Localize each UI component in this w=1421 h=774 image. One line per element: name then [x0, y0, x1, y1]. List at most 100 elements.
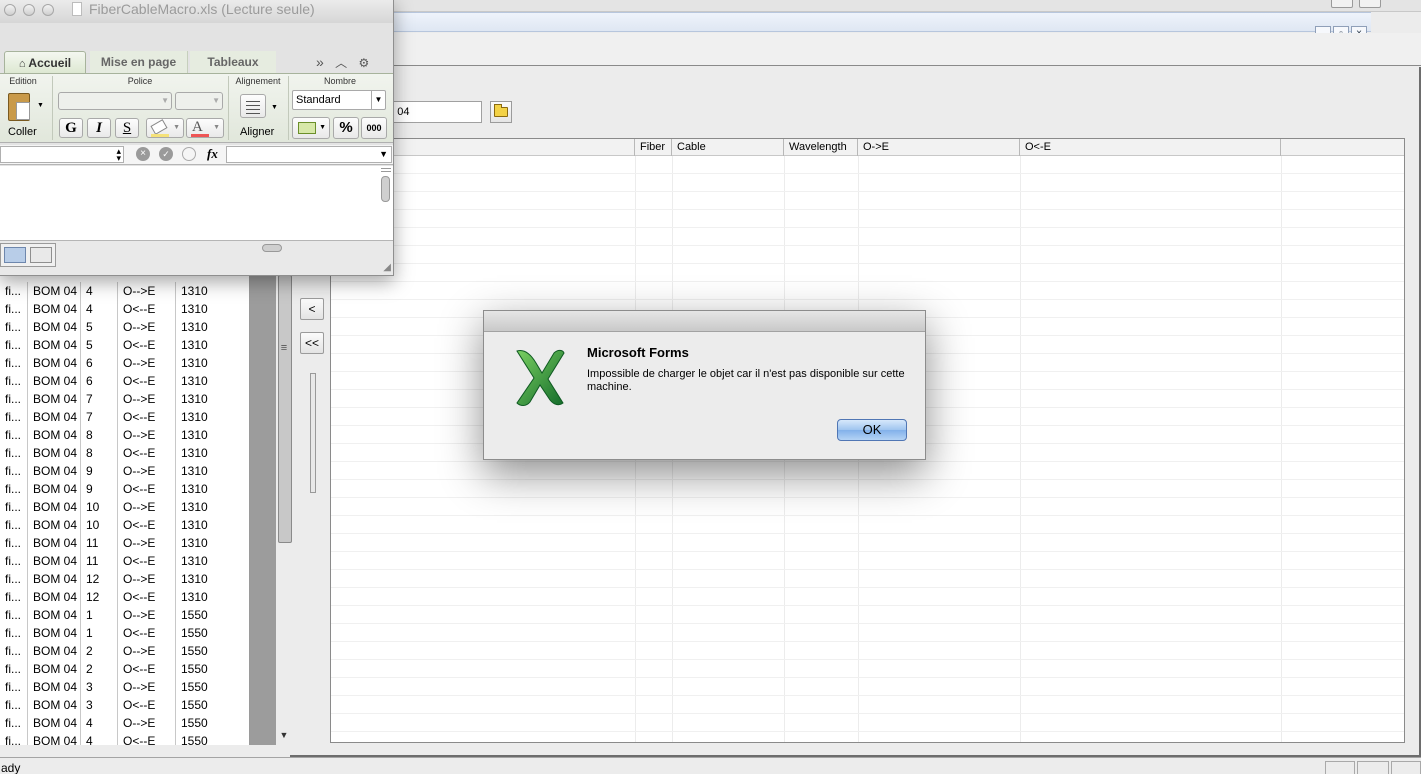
list-item[interactable]: fi... BOM 04 8 O<--E 1310	[0, 444, 249, 462]
list-item[interactable]: fi... BOM 04 2 O-->E 1550	[0, 642, 249, 660]
normal-view-icon[interactable]	[4, 247, 26, 263]
table-row[interactable]	[331, 534, 1404, 552]
list-item[interactable]: fi... BOM 04 6 O-->E 1310	[0, 354, 249, 372]
tab-accueil[interactable]: ⌂ Accueil	[4, 51, 86, 73]
list-item[interactable]: fi... BOM 04 10 O<--E 1310	[0, 516, 249, 534]
worksheet-area[interactable]	[0, 166, 393, 240]
page-layout-view-icon[interactable]	[30, 247, 52, 263]
tab-mise-en-page[interactable]: Mise en page	[90, 51, 188, 73]
list-item[interactable]: fi... BOM 04 9 O-->E 1310	[0, 462, 249, 480]
currency-format-button[interactable]: ▼	[292, 117, 330, 139]
close-window-icon[interactable]	[4, 4, 16, 16]
gear-icon[interactable]: ⚙	[359, 56, 370, 70]
function-wizard-icon[interactable]	[182, 147, 196, 161]
bom-path-input[interactable]	[380, 101, 482, 123]
table-row[interactable]	[331, 462, 1404, 480]
resize-grip-icon[interactable]: ◢	[383, 262, 391, 273]
collapse-ribbon-icon[interactable]: ︿	[335, 56, 347, 70]
list-item[interactable]: fi... BOM 04 10 O-->E 1310	[0, 498, 249, 516]
list-item[interactable]: fi... BOM 04 7 O-->E 1310	[0, 390, 249, 408]
list-item[interactable]: fi... BOM 04 4 O-->E 1310	[0, 282, 249, 300]
table-row[interactable]	[331, 660, 1404, 678]
table-row[interactable]	[331, 642, 1404, 660]
list-item[interactable]: fi... BOM 04 4 O<--E 1310	[0, 300, 249, 318]
zoom-window-icon[interactable]	[42, 4, 54, 16]
table-row[interactable]	[331, 552, 1404, 570]
move-all-left-button[interactable]: <<	[300, 332, 324, 354]
list-item[interactable]: fi... BOM 04 5 O<--E 1310	[0, 336, 249, 354]
fx-icon[interactable]: fx	[207, 146, 218, 162]
list-item[interactable]: fi... BOM 04 11 O-->E 1310	[0, 534, 249, 552]
table-row[interactable]	[331, 516, 1404, 534]
table-row[interactable]	[331, 174, 1404, 192]
list-item[interactable]: fi... BOM 04 4 O-->E 1550	[0, 714, 249, 732]
tab-tableaux[interactable]: Tableaux	[190, 51, 276, 73]
table-row[interactable]	[331, 732, 1404, 742]
table-row[interactable]	[331, 480, 1404, 498]
host-close-button[interactable]	[1359, 0, 1381, 8]
table-row[interactable]	[331, 228, 1404, 246]
grid-header-cable[interactable]: Cable	[672, 139, 784, 156]
confirm-icon[interactable]: ✓	[159, 147, 173, 161]
table-row[interactable]	[331, 624, 1404, 642]
list-item[interactable]: fi... BOM 04 1 O<--E 1550	[0, 624, 249, 642]
bold-button[interactable]: G	[59, 118, 83, 138]
table-row[interactable]	[331, 678, 1404, 696]
table-row[interactable]	[331, 570, 1404, 588]
sheet-vscroll[interactable]	[381, 168, 391, 238]
paste-dropdown-icon[interactable]: ▼	[37, 102, 44, 109]
underline-button[interactable]: S	[115, 118, 139, 138]
grid-header-fiber[interactable]: Fiber	[635, 139, 672, 156]
list-item[interactable]: fi... BOM 04 9 O<--E 1310	[0, 480, 249, 498]
list-item[interactable]: fi... BOM 04 6 O<--E 1310	[0, 372, 249, 390]
table-row[interactable]	[331, 246, 1404, 264]
align-button[interactable]: ▼ Aligner	[236, 92, 284, 140]
list-item[interactable]: fi... BOM 04 11 O<--E 1310	[0, 552, 249, 570]
table-row[interactable]	[331, 714, 1404, 732]
font-name-combo[interactable]: ▼	[58, 92, 172, 110]
paste-button[interactable]: ▼ Coller	[4, 90, 46, 140]
italic-button[interactable]: I	[87, 118, 111, 138]
middle-slider[interactable]	[310, 373, 316, 493]
cancel-icon[interactable]: ×	[136, 147, 150, 161]
left-list-scrollbar-thumb[interactable]	[278, 275, 292, 543]
formula-input[interactable]: ▼	[226, 146, 392, 163]
fill-color-button[interactable]: ▼	[146, 118, 184, 138]
grid-header-o-to-e[interactable]: O->E	[858, 139, 1020, 156]
stepper-icon[interactable]: ▴ ▾	[116, 147, 121, 163]
list-item[interactable]: fi... BOM 04 8 O-->E 1310	[0, 426, 249, 444]
name-box[interactable]: ▴ ▾	[0, 146, 124, 163]
table-row[interactable]	[331, 210, 1404, 228]
browse-folder-button[interactable]	[490, 101, 512, 123]
left-list-scrollbar-track[interactable]	[250, 265, 276, 745]
dialog-titlebar[interactable]	[484, 311, 925, 332]
grid-header-wavelength[interactable]: Wavelength	[784, 139, 858, 156]
list-item[interactable]: fi... BOM 04 3 O-->E 1550	[0, 678, 249, 696]
table-row[interactable]	[331, 588, 1404, 606]
scroll-down-arrow-icon[interactable]: ▼	[276, 727, 292, 743]
list-item[interactable]: fi... BOM 04 12 O-->E 1310	[0, 570, 249, 588]
list-item[interactable]: fi... BOM 04 5 O-->E 1310	[0, 318, 249, 336]
font-size-combo[interactable]: ▼	[175, 92, 223, 110]
table-row[interactable]	[331, 696, 1404, 714]
list-item[interactable]: fi... BOM 04 4 O<--E 1550	[0, 732, 249, 745]
table-row[interactable]	[331, 156, 1404, 174]
move-left-button[interactable]: <	[300, 298, 324, 320]
list-item[interactable]: fi... BOM 04 3 O<--E 1550	[0, 696, 249, 714]
available-fibers-list[interactable]: fi... BOM 04 4 O-->E 1310 fi... BOM 04 4 O<--E 13…	[0, 265, 250, 745]
table-row[interactable]	[331, 282, 1404, 300]
ok-button[interactable]: OK	[837, 419, 907, 441]
minimize-window-icon[interactable]	[23, 4, 35, 16]
list-item[interactable]: fi... BOM 04 7 O<--E 1310	[0, 408, 249, 426]
number-format-select[interactable]: Standard ▼	[292, 90, 386, 110]
grid-header-e-to-o[interactable]: O<-E	[1020, 139, 1281, 156]
table-row[interactable]	[331, 606, 1404, 624]
percent-button[interactable]: %	[333, 117, 359, 139]
list-item[interactable]: fi... BOM 04 1 O-->E 1550	[0, 606, 249, 624]
table-row[interactable]	[331, 192, 1404, 210]
thousands-separator-button[interactable]: 000	[361, 117, 387, 139]
more-tabs-icon[interactable]: »	[316, 54, 324, 70]
list-item[interactable]: fi... BOM 04 2 O<--E 1550	[0, 660, 249, 678]
table-row[interactable]	[331, 498, 1404, 516]
table-row[interactable]	[331, 264, 1404, 282]
